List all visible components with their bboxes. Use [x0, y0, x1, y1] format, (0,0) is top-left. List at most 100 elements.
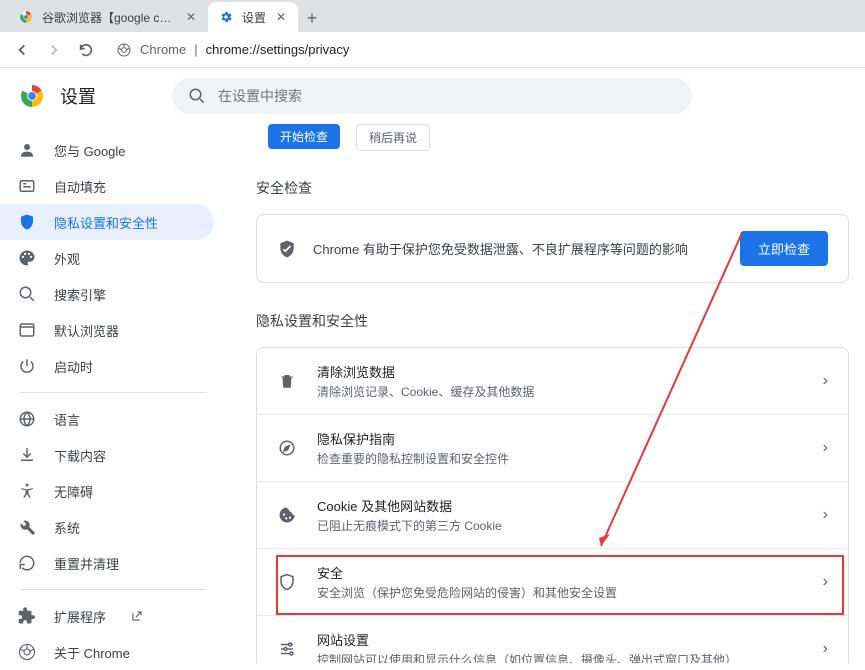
- row-title: 清除浏览数据: [317, 362, 803, 381]
- power-icon: [18, 357, 36, 375]
- autofill-icon: [18, 177, 36, 195]
- sidebar-item-search[interactable]: 搜索引擎: [0, 276, 214, 312]
- row-subtitle: 控制网站可以使用和显示什么信息（如位置信息、摄像头、弹出式窗口及其他）: [317, 651, 803, 663]
- page-header: 设置: [0, 68, 865, 124]
- privacy-row-tune[interactable]: 网站设置控制网站可以使用和显示什么信息（如位置信息、摄像头、弹出式窗口及其他） ›: [257, 615, 848, 663]
- sidebar-item-extension[interactable]: 扩展程序: [0, 598, 214, 634]
- tab-bar: 谷歌浏览器【google chrome】 ✕ 设置 ✕ +: [0, 0, 865, 32]
- external-link-icon: [130, 609, 144, 623]
- new-tab-button[interactable]: +: [298, 4, 326, 32]
- sidebar-item-wrench[interactable]: 系统: [0, 509, 214, 545]
- address-bar: Chrome | chrome://settings/privacy: [0, 32, 865, 68]
- security-check-card: Chrome 有助于保护您免受数据泄露、不良扩展程序等问题的影响 立即检查: [256, 214, 849, 283]
- globe-icon: [18, 410, 36, 428]
- search-icon: [188, 87, 206, 105]
- gear-icon: [218, 9, 234, 25]
- sidebar-item-reset[interactable]: 重置并清理: [0, 545, 214, 581]
- sidebar-item-label: 您与 Google: [54, 141, 126, 160]
- tab-settings[interactable]: 设置 ✕: [208, 2, 298, 32]
- search-icon: [18, 285, 36, 303]
- tab-google-chrome[interactable]: 谷歌浏览器【google chrome】 ✕: [8, 2, 208, 32]
- sidebar-item-label: 自动填充: [54, 177, 106, 196]
- sidebar-item-label: 系统: [54, 518, 80, 537]
- cookie-icon: [277, 505, 297, 525]
- reload-button[interactable]: [72, 36, 100, 64]
- url-scheme: Chrome: [140, 42, 186, 57]
- sidebar-item-label: 扩展程序: [54, 607, 106, 626]
- page-title: 设置: [60, 83, 96, 109]
- forward-button[interactable]: [40, 36, 68, 64]
- close-icon[interactable]: ✕: [184, 10, 198, 24]
- chrome-icon: [18, 9, 34, 25]
- section-title-privacy: 隐私设置和安全性: [256, 311, 849, 331]
- chrome-icon: [18, 643, 36, 661]
- divider: [20, 392, 206, 393]
- extension-icon: [18, 607, 36, 625]
- sidebar-item-label: 启动时: [54, 357, 93, 376]
- privacy-row-compass[interactable]: 隐私保护指南检查重要的隐私控制设置和安全控件 ›: [257, 414, 848, 481]
- shield-check-icon: [277, 239, 297, 259]
- accessibility-icon: [18, 482, 36, 500]
- sidebar-item-autofill[interactable]: 自动填充: [0, 168, 214, 204]
- search-input[interactable]: [218, 88, 676, 104]
- tab-title: 设置: [242, 9, 266, 26]
- row-subtitle: 安全浏览（保护您免受危险网站的侵害）和其他安全设置: [317, 584, 803, 601]
- sidebar-item-label: 关于 Chrome: [54, 643, 130, 662]
- check-text: Chrome 有助于保护您免受数据泄露、不良扩展程序等问题的影响: [313, 239, 724, 258]
- wrench-icon: [18, 518, 36, 536]
- sidebar-item-label: 外观: [54, 249, 80, 268]
- row-subtitle: 已阻止无痕模式下的第三方 Cookie: [317, 517, 803, 534]
- sidebar-item-label: 重置并清理: [54, 554, 119, 573]
- chevron-right-icon: ›: [823, 439, 828, 457]
- sidebar-item-download[interactable]: 下载内容: [0, 437, 214, 473]
- row-subtitle: 检查重要的隐私控制设置和安全控件: [317, 450, 803, 467]
- sidebar: 您与 Google 自动填充隐私设置和安全性外观搜索引擎默认浏览器启动时 语言下载…: [0, 124, 226, 663]
- row-title: 隐私保护指南: [317, 429, 803, 448]
- sidebar-item-chrome[interactable]: 关于 Chrome: [0, 634, 214, 670]
- privacy-row-security[interactable]: 安全安全浏览（保护您免受危险网站的侵害）和其他安全设置›: [257, 548, 848, 615]
- sidebar-item-person[interactable]: 您与 Google: [0, 132, 214, 168]
- sidebar-item-globe[interactable]: 语言: [0, 401, 214, 437]
- chevron-right-icon: ›: [823, 506, 828, 524]
- sidebar-item-label: 隐私设置和安全性: [54, 213, 158, 232]
- check-now-button[interactable]: 立即检查: [740, 231, 828, 266]
- back-button[interactable]: [8, 36, 36, 64]
- sidebar-item-shield[interactable]: 隐私设置和安全性: [0, 204, 214, 240]
- sidebar-item-label: 默认浏览器: [54, 321, 119, 340]
- main-content: 开始检查 稍后再说 安全检查 Chrome 有助于保护您免受数据泄露、不良扩展程…: [226, 124, 865, 663]
- sidebar-item-label: 无障碍: [54, 482, 93, 501]
- person-icon: [18, 141, 36, 159]
- chevron-right-icon: ›: [823, 640, 828, 658]
- tune-icon: [277, 639, 297, 659]
- search-box[interactable]: [172, 78, 692, 114]
- banner-primary-button[interactable]: 开始检查: [268, 124, 340, 149]
- sidebar-item-palette[interactable]: 外观: [0, 240, 214, 276]
- browser-icon: [18, 321, 36, 339]
- row-title: 网站设置: [317, 630, 803, 649]
- banner-partial: 开始检查 稍后再说: [256, 124, 849, 150]
- privacy-row-cookie[interactable]: Cookie 及其他网站数据已阻止无痕模式下的第三方 Cookie ›: [257, 481, 848, 548]
- sidebar-item-browser[interactable]: 默认浏览器: [0, 312, 214, 348]
- download-icon: [18, 446, 36, 464]
- chrome-site-icon: [116, 42, 132, 58]
- chevron-right-icon: ›: [823, 573, 828, 591]
- banner-secondary-button[interactable]: 稍后再说: [356, 124, 430, 151]
- tab-title: 谷歌浏览器【google chrome】: [42, 9, 176, 26]
- security-icon: [277, 572, 297, 592]
- row-title: Cookie 及其他网站数据: [317, 496, 803, 515]
- sidebar-item-label: 搜索引擎: [54, 285, 106, 304]
- chevron-right-icon: ›: [823, 372, 828, 390]
- reset-icon: [18, 554, 36, 572]
- row-subtitle: 清除浏览记录、Cookie、缓存及其他数据: [317, 383, 803, 400]
- url-path: chrome://settings/privacy: [206, 42, 350, 57]
- privacy-list-card: 清除浏览数据清除浏览记录、Cookie、缓存及其他数据›隐私保护指南检查重要的隐…: [256, 347, 849, 663]
- sidebar-item-power[interactable]: 启动时: [0, 348, 214, 384]
- close-icon[interactable]: ✕: [274, 10, 288, 24]
- sidebar-item-label: 下载内容: [54, 446, 106, 465]
- trash-icon: [277, 371, 297, 391]
- address-input[interactable]: Chrome | chrome://settings/privacy: [104, 36, 857, 64]
- privacy-row-trash[interactable]: 清除浏览数据清除浏览记录、Cookie、缓存及其他数据 ›: [257, 348, 848, 414]
- compass-icon: [277, 438, 297, 458]
- section-title-check: 安全检查: [256, 178, 849, 198]
- sidebar-item-accessibility[interactable]: 无障碍: [0, 473, 214, 509]
